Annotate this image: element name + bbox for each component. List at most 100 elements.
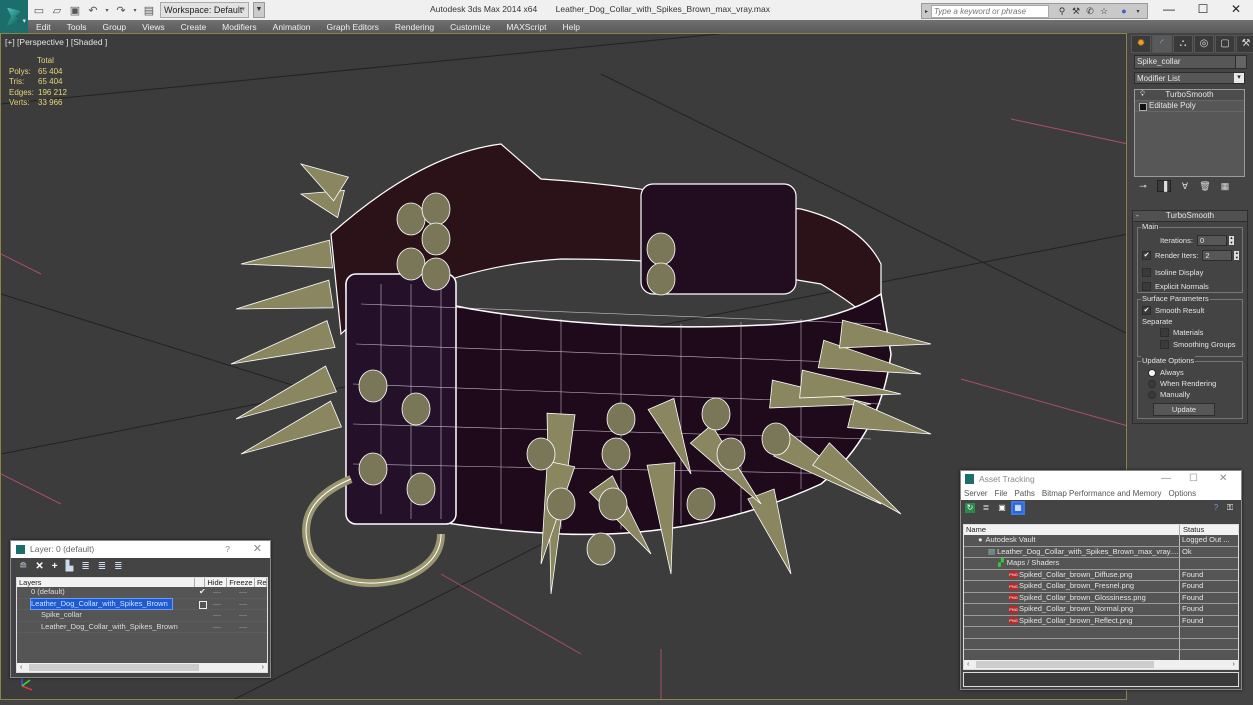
freeze-all-layers-icon[interactable]: ≣ — [114, 561, 122, 572]
favorites-star-icon[interactable]: ☆ — [1097, 6, 1111, 17]
remove-modifier-icon[interactable]: 🗑︎ — [1199, 181, 1211, 192]
hide-all-layers-icon[interactable]: ≣ — [98, 561, 106, 572]
layer-row[interactable]: 0 (default) ✔ — [17, 587, 267, 599]
save-icon[interactable]: ▣ — [68, 3, 82, 17]
menu-graph-editors[interactable]: Graph Editors — [318, 22, 386, 32]
dialog-title-bar[interactable]: Layer: 0 (default) ? ✕ — [11, 541, 270, 558]
asset-row[interactable]: ▤ Leather_Dog_Collar_with_Spikes_Brown_ma… — [964, 546, 1238, 558]
minimize-button[interactable]: — — [1161, 471, 1171, 487]
stack-item-editable-poly[interactable]: Editable Poly — [1135, 101, 1244, 112]
maximize-button[interactable]: ☐ — [1189, 471, 1198, 487]
create-layer-icon[interactable]: ≘ — [19, 561, 27, 572]
display-tab-icon[interactable]: ▢ — [1215, 35, 1235, 53]
smoothing-groups-checkbox[interactable] — [1160, 340, 1169, 349]
smooth-result-checkbox[interactable]: ✔ — [1142, 306, 1151, 315]
help-dropdown-icon[interactable]: ▾ — [1131, 8, 1145, 15]
render-iters-input[interactable]: 2 — [1202, 250, 1233, 261]
render-iters-spinner[interactable]: ▲ ▼ — [1234, 250, 1240, 260]
show-end-result-icon[interactable]: ▐ — [1157, 180, 1171, 192]
add-to-layer-icon[interactable]: + — [52, 561, 58, 572]
help-icon[interactable]: ● — [1117, 6, 1131, 16]
stack-item-turbosmooth[interactable]: 💡︎ TurboSmooth — [1135, 90, 1244, 101]
menu-views[interactable]: Views — [134, 22, 173, 32]
menu-modifiers[interactable]: Modifiers — [214, 22, 264, 32]
materials-checkbox[interactable] — [1160, 328, 1169, 337]
help-icon[interactable]: ? — [1211, 503, 1221, 513]
menu-options[interactable]: Options — [1169, 489, 1197, 498]
close-button[interactable]: ✕ — [253, 541, 262, 558]
expand-search-icon[interactable]: ▸ — [925, 8, 928, 15]
undo-dropdown-icon[interactable]: ▾ — [104, 3, 110, 17]
search-input[interactable] — [931, 4, 1050, 18]
help-button[interactable]: ? — [225, 541, 230, 558]
always-radio[interactable] — [1148, 368, 1156, 377]
object-name-field[interactable]: Spike_collar — [1134, 55, 1236, 69]
scroll-left-icon[interactable]: ‹ — [967, 660, 969, 669]
binoculars-icon[interactable]: ⚲ — [1055, 6, 1069, 17]
scroll-right-icon[interactable]: › — [262, 663, 264, 672]
layer-row[interactable]: Leather_Dog_Collar_with_Spikes_Brown — [17, 597, 267, 610]
asset-row[interactable]: PNG Spiked_Collar_brown_Normal.png Found — [964, 604, 1238, 616]
expand-icon[interactable] — [1139, 103, 1147, 111]
list-view-icon[interactable]: ≣ — [981, 503, 991, 513]
new-file-icon[interactable]: ▭ — [32, 3, 46, 17]
horizontal-scrollbar[interactable]: ‹ › — [964, 660, 1238, 669]
subscription-icon[interactable]: ⚒ — [1069, 6, 1083, 17]
thumbnail-view-icon[interactable]: ▣ — [997, 503, 1007, 513]
menu-animation[interactable]: Animation — [265, 22, 319, 32]
redo-dropdown-icon[interactable]: ▾ — [132, 3, 138, 17]
layer-row[interactable]: Spike_collar — [17, 610, 267, 622]
column-current[interactable] — [195, 578, 206, 587]
menu-rendering[interactable]: Rendering — [387, 22, 442, 32]
explicit-normals-checkbox[interactable] — [1142, 282, 1151, 291]
make-unique-icon[interactable]: ∀ — [1179, 181, 1191, 192]
asset-row[interactable]: ▞ Maps / Shaders — [964, 558, 1238, 570]
update-button[interactable]: Update — [1153, 403, 1215, 416]
column-freeze[interactable]: Freeze — [227, 578, 255, 587]
delete-layer-icon[interactable]: ✕ — [35, 561, 43, 572]
menu-maxscript[interactable]: MAXScript — [498, 22, 554, 32]
close-button[interactable]: ✕ — [1219, 0, 1253, 20]
menu-server[interactable]: Server — [964, 489, 988, 498]
scrollbar-thumb[interactable] — [29, 664, 199, 671]
menu-paths[interactable]: Paths — [1014, 489, 1034, 498]
customize-qat-button[interactable]: ▼ — [253, 2, 265, 18]
select-objects-icon[interactable]: ▙ — [66, 561, 74, 572]
minimize-button[interactable]: — — [1152, 0, 1186, 20]
highlight-layer-icon[interactable]: ≣ — [81, 561, 89, 572]
asset-row[interactable]: PNG Spiked_Collar_brown_Diffuse.png Found — [964, 569, 1238, 581]
column-hide[interactable]: Hide — [205, 578, 228, 587]
menu-customize[interactable]: Customize — [442, 22, 498, 32]
maximize-button[interactable]: ☐ — [1186, 0, 1220, 20]
communication-icon[interactable]: ✆ — [1083, 6, 1097, 17]
modify-tab-icon[interactable]: ◜ — [1152, 35, 1172, 53]
render-iters-checkbox[interactable]: ✔ — [1142, 251, 1151, 260]
column-render[interactable]: Re — [255, 578, 267, 587]
column-name[interactable]: Name — [964, 525, 1180, 535]
menu-help[interactable]: Help — [554, 22, 587, 32]
current-layer-checkbox[interactable] — [199, 600, 207, 609]
object-color-swatch[interactable] — [1235, 55, 1247, 69]
open-file-icon[interactable]: ▱ — [50, 3, 64, 17]
asset-row[interactable]: PNG Spiked_Collar_brown_Glossiness.png Fo… — [964, 592, 1238, 604]
manually-radio[interactable] — [1148, 390, 1156, 399]
refresh-icon[interactable]: ↻ — [965, 503, 975, 513]
configure-modifier-sets-icon[interactable]: ▦ — [1219, 181, 1231, 192]
lightbulb-icon[interactable]: 💡︎ — [1140, 90, 1145, 100]
iterations-spinner[interactable]: ▲ ▼ — [1228, 235, 1234, 245]
asset-row[interactable]: PNG Spiked_Collar_brown_Reflect.png Found — [964, 615, 1238, 627]
workspace-dropdown[interactable]: Workspace: Default ▾ — [160, 2, 249, 18]
isoline-display-checkbox[interactable] — [1142, 268, 1151, 277]
collar-model[interactable] — [302, 143, 892, 588]
asset-row[interactable]: PNG Spiked_Collar_brown_Fresnel.png Found — [964, 581, 1238, 593]
menu-tools[interactable]: Tools — [59, 22, 95, 32]
asset-row[interactable]: ● Autodesk Vault Logged Out ... — [964, 535, 1238, 547]
motion-tab-icon[interactable]: ◎ — [1194, 35, 1214, 53]
column-layers[interactable]: Layers — [17, 578, 196, 587]
iterations-input[interactable]: 0 — [1196, 235, 1227, 246]
column-status[interactable]: Status — [1180, 525, 1204, 535]
table-view-icon[interactable]: ▦ — [1011, 501, 1025, 515]
scroll-right-icon[interactable]: › — [1233, 660, 1235, 669]
rollout-header[interactable]: - TurboSmooth — [1133, 211, 1247, 222]
scrollbar-thumb[interactable] — [976, 661, 1154, 668]
